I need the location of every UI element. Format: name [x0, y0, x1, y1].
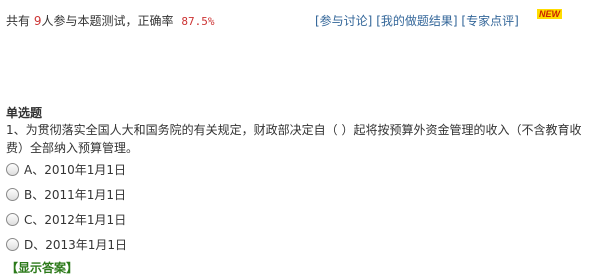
- option-a[interactable]: A、2010年1月1日: [6, 160, 126, 178]
- question-text: 1、为贯彻落实全国人大和国务院的有关规定，财政部决定自（ ）起将按预算外资金管理…: [6, 123, 582, 155]
- option-label: A、2010年1月1日: [24, 162, 127, 177]
- show-answer-button[interactable]: 【显示答案】: [6, 259, 78, 276]
- participation-stats: 共有 9人参与本题测试，正确率 87.5%: [6, 12, 214, 29]
- option-label: D、2013年1月1日: [24, 237, 128, 252]
- radio-button[interactable]: [6, 187, 19, 201]
- accuracy-rate: 87.5%: [181, 15, 215, 28]
- question-type-title: 单选题: [6, 106, 43, 120]
- option-d[interactable]: D、2013年1月1日: [6, 235, 127, 253]
- radio-button[interactable]: [6, 162, 19, 176]
- option-label: B、2011年1月1日: [24, 187, 127, 202]
- option-label: C、2012年1月1日: [24, 212, 127, 227]
- option-c[interactable]: C、2012年1月1日: [6, 210, 126, 228]
- expert-review-link[interactable]: [专家点评]: [461, 14, 518, 28]
- discuss-link[interactable]: [参与讨论]: [315, 14, 372, 28]
- option-b[interactable]: B、2011年1月1日: [6, 185, 126, 203]
- radio-button[interactable]: [6, 237, 19, 251]
- stats-prefix: 共有: [6, 14, 31, 28]
- new-badge: NEW: [537, 9, 562, 19]
- stats-middle-text: 人参与本题测试，正确率: [41, 14, 174, 28]
- action-links: [参与讨论] [我的做题结果] [专家点评]: [315, 12, 519, 29]
- my-results-link[interactable]: [我的做题结果]: [376, 14, 457, 28]
- radio-button[interactable]: [6, 212, 19, 226]
